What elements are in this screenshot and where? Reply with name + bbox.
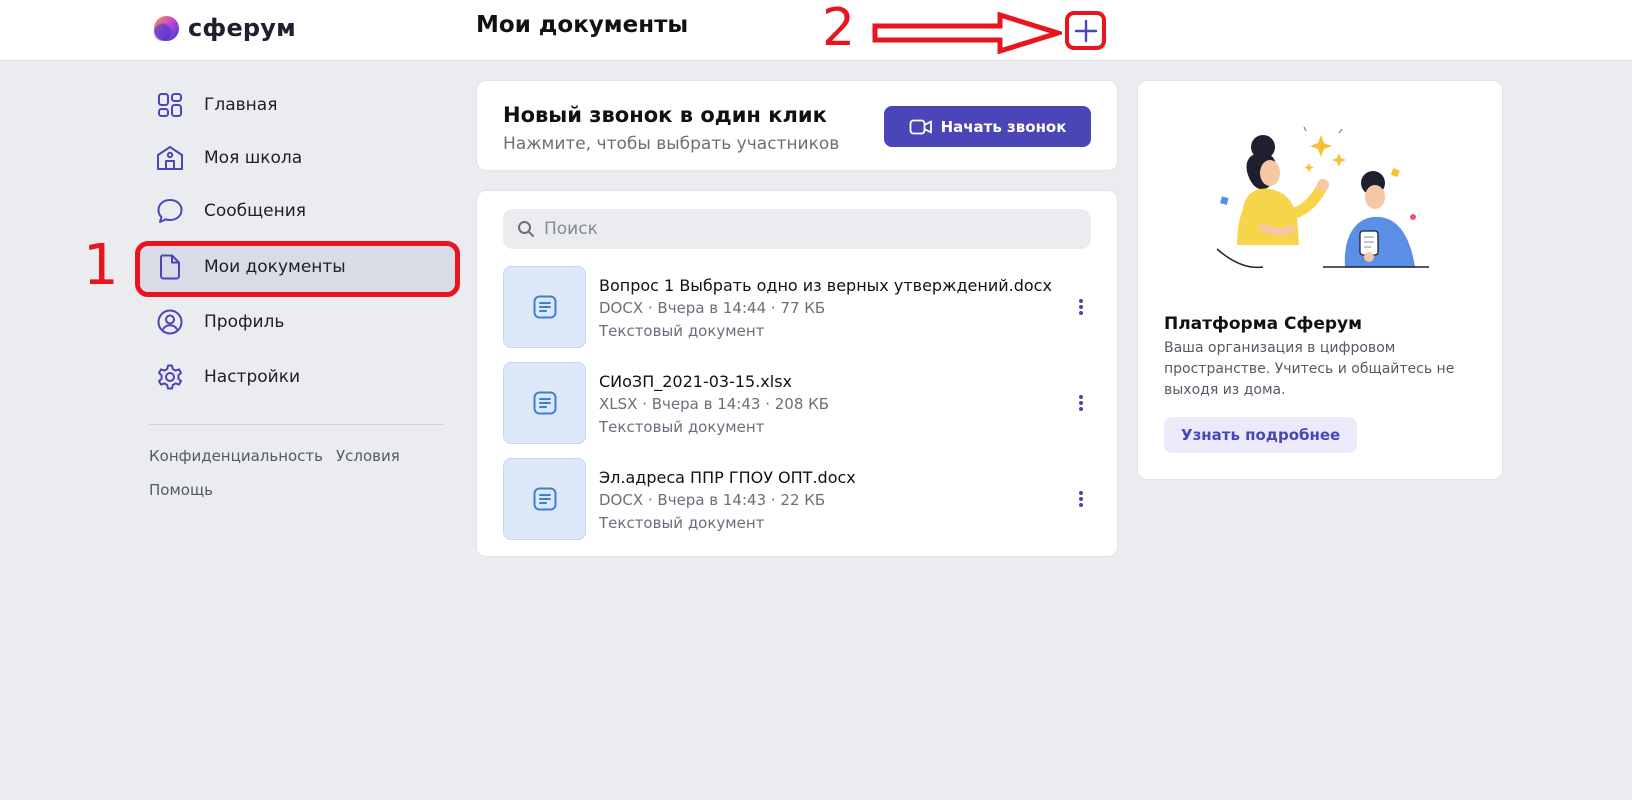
document-name: СИоЗП_2021-03-15.xlsx (599, 372, 793, 391)
add-document-button[interactable] (1065, 11, 1106, 50)
logo-icon (153, 15, 180, 41)
page-title: Мои документы (476, 12, 689, 38)
more-options-icon[interactable] (1071, 294, 1091, 320)
annotation-step-2: 2 (822, 0, 856, 58)
search-icon (518, 221, 534, 237)
sidebar-divider (149, 424, 444, 425)
annotation-arrow-icon (872, 12, 1062, 54)
sidebar-item-messages[interactable]: Сообщения (140, 186, 460, 236)
text-file-icon (533, 487, 556, 511)
document-icon (155, 252, 185, 282)
documents-card: Вопрос 1 Выбрать одно из верных утвержде… (476, 190, 1118, 557)
list-item[interactable]: Вопрос 1 Выбрать одно из верных утвержде… (503, 266, 1091, 350)
sidebar-item-my-documents[interactable]: Мои документы (140, 242, 460, 292)
people-chatting-illustration (1216, 126, 1429, 269)
sidebar-item-label: Мои документы (204, 257, 346, 277)
sidebar-item-label: Сообщения (204, 201, 307, 221)
document-name: Вопрос 1 Выбрать одно из верных утвержде… (599, 276, 1052, 295)
text-file-icon (533, 295, 556, 319)
logo[interactable]: сферум (153, 12, 296, 44)
plus-icon (1074, 19, 1097, 42)
terms-link[interactable]: Условия (336, 447, 400, 465)
help-link[interactable]: Помощь (149, 481, 213, 499)
top-bar: сферум Мои документы 2 (0, 0, 1632, 61)
new-call-subtitle: Нажмите, чтобы выбрать участников (503, 134, 840, 154)
sidebar-item-my-school[interactable]: Моя школа (140, 133, 460, 183)
sidebar-item-label: Профиль (204, 312, 285, 332)
list-item[interactable]: Эл.адреса ППР ГПОУ ОПТ.docx DOCX · Вчера… (503, 458, 1091, 542)
document-type: Текстовый документ (599, 418, 765, 436)
video-camera-icon (909, 119, 932, 134)
document-thumbnail (503, 362, 586, 444)
sidebar-item-settings[interactable]: Настройки (140, 352, 460, 402)
document-type: Текстовый документ (599, 514, 765, 532)
sidebar-item-home[interactable]: Главная (140, 80, 460, 130)
text-file-icon (533, 391, 556, 415)
more-options-icon[interactable] (1071, 486, 1091, 512)
sidebar-item-label: Моя школа (204, 148, 303, 168)
platform-promo-card: Платформа Сферум Ваша организация в цифр… (1137, 80, 1503, 480)
document-thumbnail (503, 266, 586, 348)
chat-bubble-icon (155, 196, 185, 226)
sidebar-item-label: Главная (204, 95, 278, 115)
logo-text: сферум (188, 14, 296, 42)
document-meta: XLSX · Вчера в 14:43 · 208 КБ (599, 395, 830, 413)
start-call-button[interactable]: Начать звонок (884, 106, 1091, 147)
privacy-link[interactable]: Конфиденциальность (149, 447, 323, 465)
school-icon (155, 143, 185, 173)
gear-icon (155, 362, 185, 392)
search-box[interactable] (503, 209, 1091, 249)
more-options-icon[interactable] (1071, 390, 1091, 416)
document-thumbnail (503, 458, 586, 540)
document-type: Текстовый документ (599, 322, 765, 340)
sidebar-item-label: Настройки (204, 367, 301, 387)
list-item[interactable]: СИоЗП_2021-03-15.xlsx XLSX · Вчера в 14:… (503, 362, 1091, 446)
sidebar-item-profile[interactable]: Профиль (140, 297, 460, 347)
home-grid-icon (155, 90, 185, 120)
document-meta: DOCX · Вчера в 14:44 · 77 КБ (599, 299, 826, 317)
learn-more-button[interactable]: Узнать подробнее (1164, 417, 1358, 453)
document-meta: DOCX · Вчера в 14:43 · 22 КБ (599, 491, 826, 509)
new-call-card: Новый звонок в один клик Нажмите, чтобы … (476, 80, 1118, 171)
promo-description: Ваша организация в цифровом пространстве… (1164, 340, 1455, 398)
promo-title: Платформа Сферум (1164, 314, 1363, 334)
new-call-title: Новый звонок в один клик (503, 103, 827, 127)
profile-icon (155, 307, 185, 337)
start-call-label: Начать звонок (940, 117, 1067, 136)
document-name: Эл.адреса ППР ГПОУ ОПТ.docx (599, 468, 856, 487)
search-input[interactable] (544, 219, 1064, 239)
annotation-step-1: 1 (83, 233, 119, 298)
